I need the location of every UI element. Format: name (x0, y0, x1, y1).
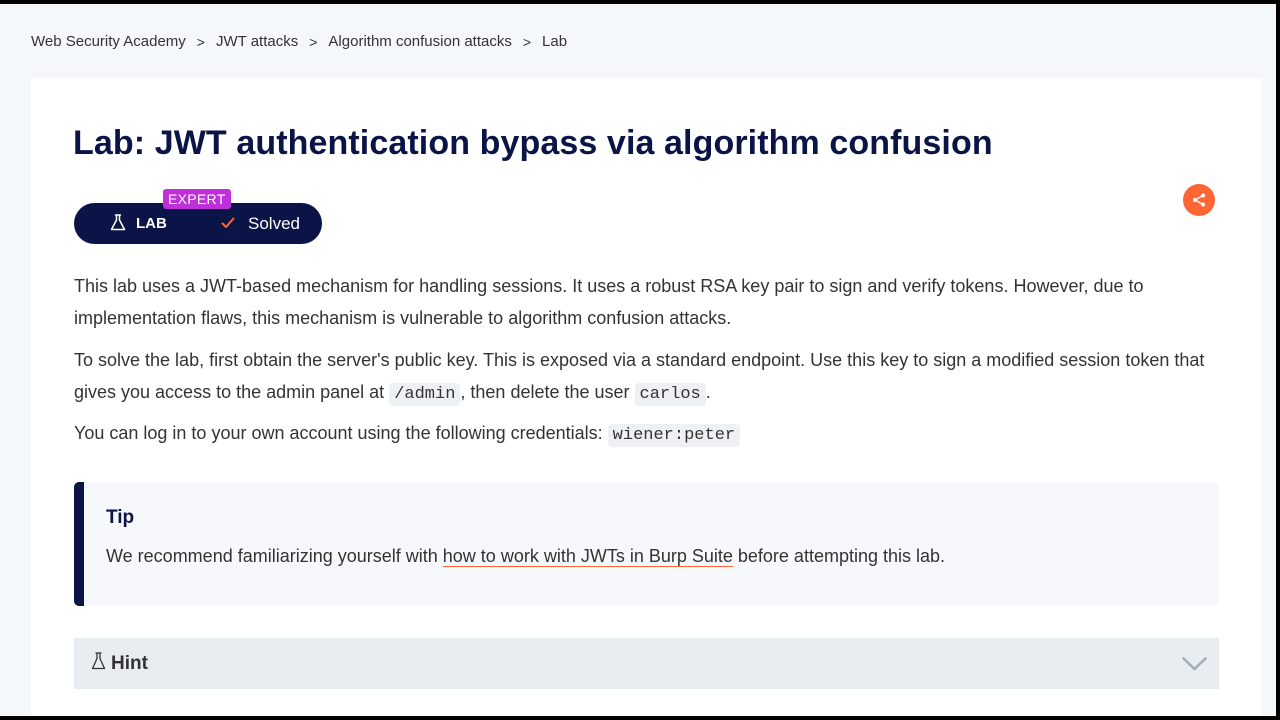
breadcrumb-link-algorithm-confusion[interactable]: Algorithm confusion attacks (328, 33, 511, 50)
breadcrumb: Web Security Academy > JWT attacks > Alg… (31, 33, 567, 50)
chevron-down-icon[interactable] (1182, 657, 1207, 671)
tip-callout: Tip We recommend familiarizing yourself … (74, 482, 1219, 606)
page-title: Lab: JWT authentication bypass via algor… (73, 124, 993, 162)
credentials-paragraph: You can log in to your own account using… (74, 417, 1219, 452)
expert-level-badge: EXPERT (163, 189, 231, 209)
admin-path-code: /admin (389, 383, 461, 406)
tip-title: Tip (106, 507, 135, 528)
breadcrumb-link-jwt-attacks[interactable]: JWT attacks (216, 33, 298, 50)
check-icon (221, 217, 235, 228)
share-icon (1193, 193, 1205, 207)
flask-icon (110, 214, 126, 231)
tip-text-before: We recommend familiarizing yourself with (106, 546, 443, 566)
hint-accordion[interactable]: Hint (74, 638, 1219, 689)
lab-status-pill: LAB Solved (74, 203, 322, 244)
description-paragraph-2: To solve the lab, first obtain the serve… (74, 344, 1219, 411)
tip-text-after: before attempting this lab. (732, 546, 946, 566)
description-text: , then delete the user (460, 382, 635, 402)
description-text: . (705, 382, 711, 402)
solved-status: Solved (248, 214, 300, 233)
credentials-text: You can log in to your own account using… (74, 423, 608, 443)
lab-content-card: Lab: JWT authentication bypass via algor… (31, 78, 1262, 716)
lab-label: LAB (136, 215, 167, 232)
tip-text: We recommend familiarizing yourself with… (106, 546, 945, 567)
credentials-code: wiener:peter (607, 424, 741, 447)
breadcrumb-separator: > (196, 33, 205, 50)
burp-jwt-guide-link[interactable]: how to work with JWTs in Burp Suite (442, 546, 733, 567)
target-user-code: carlos (634, 383, 706, 406)
breadcrumb-link-academy[interactable]: Web Security Academy (31, 33, 186, 50)
description-paragraph-1: This lab uses a JWT-based mechanism for … (74, 276, 1144, 328)
share-button[interactable] (1183, 184, 1215, 216)
breadcrumb-separator: > (309, 33, 318, 50)
flask-icon (91, 652, 106, 670)
page: Web Security Academy > JWT attacks > Alg… (0, 4, 1276, 716)
breadcrumb-link-lab[interactable]: Lab (542, 33, 567, 50)
breadcrumb-separator: > (522, 33, 532, 50)
hint-label: Hint (111, 653, 148, 674)
